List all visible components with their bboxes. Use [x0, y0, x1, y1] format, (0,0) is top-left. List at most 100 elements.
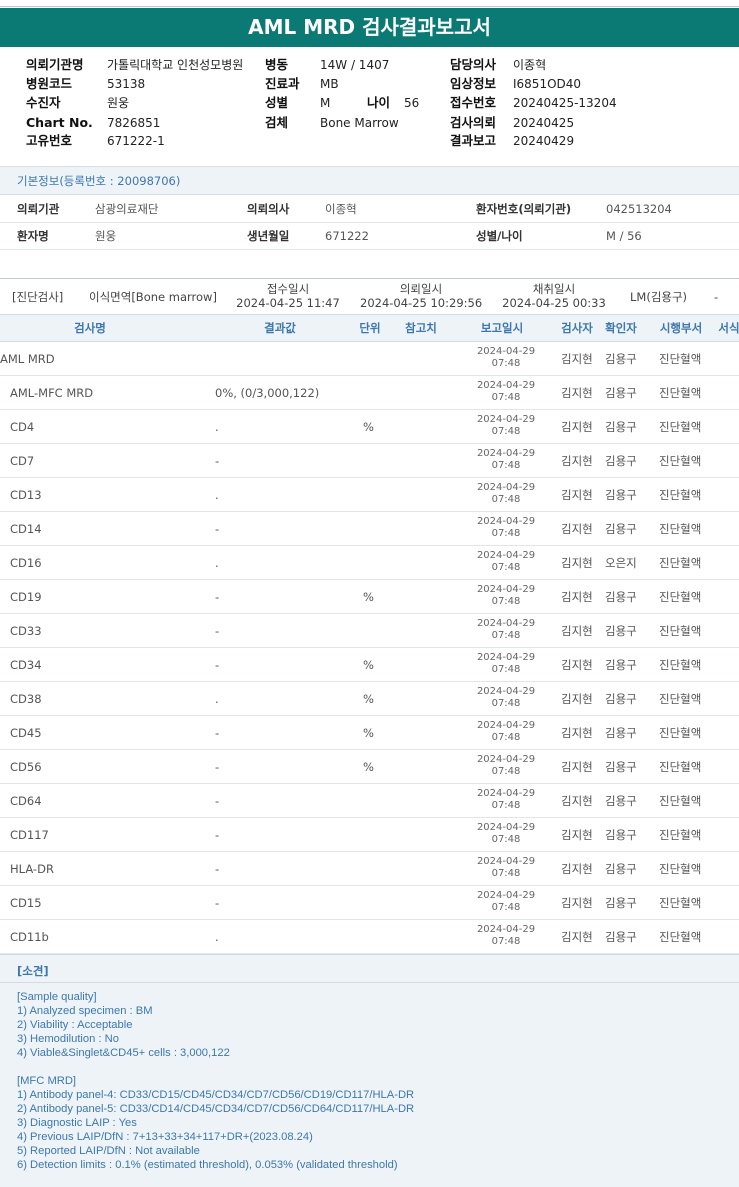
table-row[interactable]: CD117 - 2024-04-29 07:48 김지현 김용구 진단혈액 [0, 818, 739, 852]
header-value: 20240425-13204 [513, 96, 617, 110]
table-row[interactable]: CD4.% 2024-04-29 07:48 김지현 김용구 진단혈액 [0, 410, 739, 444]
confirmer: 김용구 [605, 624, 637, 638]
report-date: 2024-04-29 [476, 788, 536, 799]
report-time: 07:48 [491, 698, 521, 709]
performing-dept: 진단혈액 [659, 624, 702, 638]
report-date: 2024-04-29 [476, 380, 536, 391]
result-value: . [215, 488, 219, 502]
table-row[interactable]: CD11b. 2024-04-29 07:48 김지현 김용구 진단혈액 [0, 920, 739, 954]
performing-dept: 진단혈액 [659, 590, 702, 604]
table-row[interactable]: CD64 - 2024-04-29 07:48 김지현 김용구 진단혈액 [0, 784, 739, 818]
tester: 김지현 [561, 760, 593, 774]
result-value: - [215, 896, 220, 910]
test-name: AML-MFC MRD [10, 386, 94, 400]
table-row[interactable]: CD34 -% 2024-04-29 07:48 김지현 김용구 진단혈액 [0, 648, 739, 682]
result-value: - [215, 454, 220, 468]
confirmer: 김용구 [605, 420, 637, 434]
result-value: . [215, 930, 219, 944]
table-row[interactable]: CD7 - 2024-04-29 07:48 김지현 김용구 진단혈액 [0, 444, 739, 478]
header-label: 접수번호 [450, 95, 497, 110]
table-row[interactable]: CD15 - 2024-04-29 07:48 김지현 김용구 진단혈액 [0, 886, 739, 920]
column-header[interactable]: 보고일시 [462, 315, 542, 342]
unit: % [363, 420, 374, 434]
received-label: 접수일시 [266, 282, 310, 296]
report-time: 07:48 [491, 936, 521, 947]
report-date: 2024-04-29 [476, 924, 536, 935]
header-label: 진료과 [265, 76, 300, 91]
report-date: 2024-04-29 [476, 822, 536, 833]
column-header[interactable]: 서식 [714, 315, 739, 342]
basic-info-label: 환자번호(의뢰기관) [476, 202, 572, 216]
performing-dept: 진단혈액 [659, 726, 702, 740]
collected-datetime: 2024-04-25 00:33 [502, 296, 606, 310]
report-title: AML MRD 검사결과보고서 [0, 8, 739, 47]
column-header[interactable]: 검사명 [40, 315, 140, 342]
header-label: 담당의사 [450, 57, 497, 72]
order-extra: - [714, 290, 719, 304]
result-value: - [215, 624, 220, 638]
table-row[interactable]: CD33 - 2024-04-29 07:48 김지현 김용구 진단혈액 [0, 614, 739, 648]
test-name: CD117 [10, 828, 49, 842]
unit: % [363, 760, 374, 774]
report-time: 07:48 [491, 732, 521, 743]
header-label: Chart No. [26, 115, 93, 130]
column-header[interactable]: 시행부서 [653, 315, 709, 342]
basic-info-value: M / 56 [606, 229, 642, 243]
header-value: Bone Marrow [320, 116, 399, 130]
basic-info-label: 성별/나이 [476, 229, 523, 243]
table-row[interactable]: AML MRD 2024-04-29 07:48 김지현 김용구 진단혈액 [0, 342, 739, 376]
report-time: 07:48 [491, 426, 521, 437]
confirmer: 김용구 [605, 930, 637, 944]
column-header[interactable]: 결과값 [240, 315, 320, 342]
received-datetime: 2024-04-25 11:47 [236, 296, 340, 310]
order-info-row[interactable]: [진단검사] 이식면역[Bone marrow] 접수일시 2024-04-25… [0, 278, 739, 315]
report-time: 07:48 [491, 460, 521, 471]
findings-line: [Sample quality] [17, 991, 97, 1003]
table-row[interactable]: CD38.% 2024-04-29 07:48 김지현 김용구 진단혈액 [0, 682, 739, 716]
performing-dept: 진단혈액 [659, 828, 702, 842]
tester: 김지현 [561, 590, 593, 604]
column-header[interactable]: 검사자 [557, 315, 597, 342]
report-time: 07:48 [491, 834, 521, 845]
table-row[interactable]: AML-MFC MRD 0%, (0/3,000,122) 2024-04-29 07… [0, 376, 739, 410]
test-name: CD14 [10, 522, 42, 536]
test-name: CD13 [10, 488, 42, 502]
basic-info-label: 의뢰기관 [17, 202, 60, 216]
test-name: HLA-DR [10, 862, 54, 876]
confirmer: 김용구 [605, 658, 637, 672]
test-name: CD64 [10, 794, 42, 808]
report-date: 2024-04-29 [476, 618, 536, 629]
basic-info-value: 671222 [325, 229, 369, 243]
report-date: 2024-04-29 [476, 856, 536, 867]
requested-datetime: 2024-04-25 10:29:56 [360, 296, 483, 310]
table-row[interactable]: CD16. 2024-04-29 07:48 김지현 오은지 진단혈액 [0, 546, 739, 580]
report-time: 07:48 [491, 868, 521, 879]
table-row[interactable]: CD56 -% 2024-04-29 07:48 김지현 김용구 진단혈액 [0, 750, 739, 784]
header-value: 가톨릭대학교 인천성모병원 [107, 58, 244, 72]
confirmer: 오은지 [605, 556, 637, 570]
findings-line: 6) Detection limits : 0.1% (estimated th… [17, 1159, 398, 1171]
tester: 김지현 [561, 726, 593, 740]
header-value: 원웅 [107, 96, 130, 110]
tester: 김지현 [561, 386, 593, 400]
column-header[interactable]: 확인자 [600, 315, 642, 342]
column-header[interactable]: 참고치 [398, 315, 444, 342]
table-row[interactable]: CD19 -% 2024-04-29 07:48 김지현 김용구 진단혈액 [0, 580, 739, 614]
header-label: 병원코드 [26, 76, 73, 91]
confirmer: 김용구 [605, 828, 637, 842]
performing-dept: 진단혈액 [659, 454, 702, 468]
result-value: - [215, 794, 220, 808]
table-row[interactable]: CD13. 2024-04-29 07:48 김지현 김용구 진단혈액 [0, 478, 739, 512]
result-value: - [215, 760, 220, 774]
report-time: 07:48 [491, 596, 521, 607]
table-row[interactable]: HLA-DR - 2024-04-29 07:48 김지현 김용구 진단혈액 [0, 852, 739, 886]
tester: 김지현 [561, 692, 593, 706]
performing-dept: 진단혈액 [659, 386, 702, 400]
performing-dept: 진단혈액 [659, 488, 702, 502]
result-value: - [215, 522, 220, 536]
tester: 김지현 [561, 488, 593, 502]
table-row[interactable]: CD14 - 2024-04-29 07:48 김지현 김용구 진단혈액 [0, 512, 739, 546]
table-row[interactable]: CD45 -% 2024-04-29 07:48 김지현 김용구 진단혈액 [0, 716, 739, 750]
column-header[interactable]: 단위 [350, 315, 390, 342]
confirmer: 김용구 [605, 522, 637, 536]
